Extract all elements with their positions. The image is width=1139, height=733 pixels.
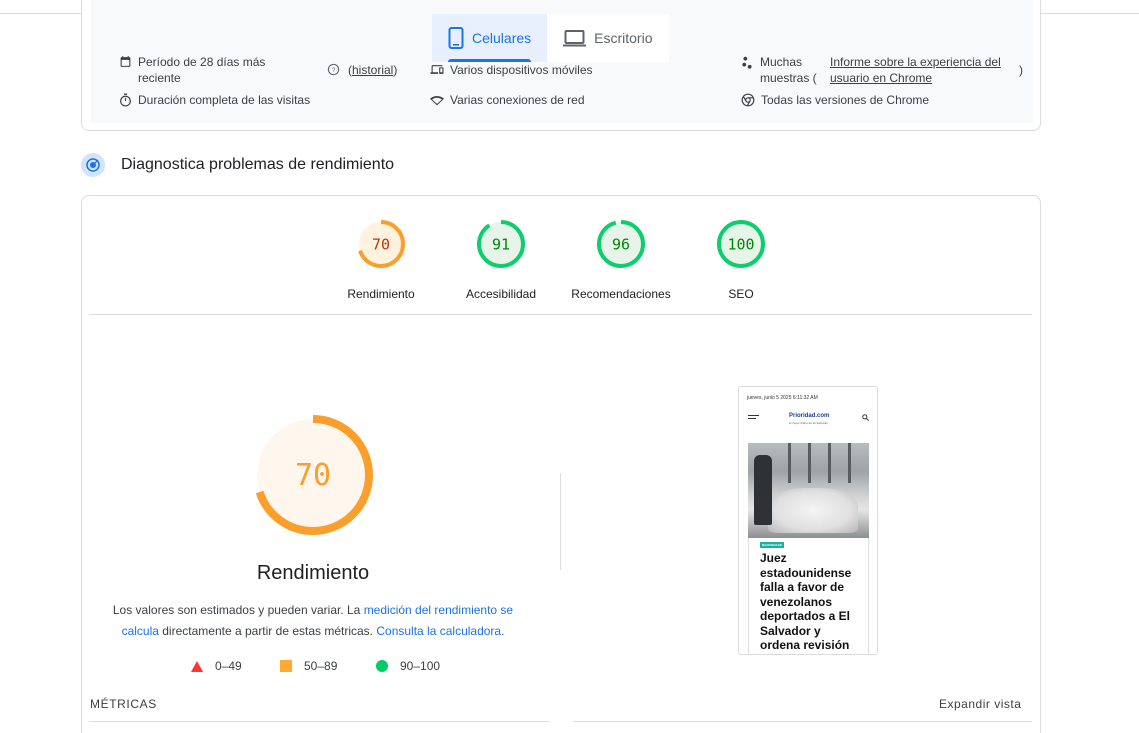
gauge-ring: 96 (597, 220, 645, 268)
search-icon (862, 414, 869, 421)
hamburger-menu-icon (748, 415, 759, 419)
lighthouse-icon (81, 153, 105, 177)
tab-desktop[interactable]: Escritorio (547, 14, 668, 62)
gauge-ring: 70 (357, 220, 405, 268)
performance-score: 70 (295, 458, 331, 493)
legend-average: 50–89 (280, 659, 337, 673)
legend-average-label: 50–89 (304, 659, 338, 673)
gauge-label: SEO (728, 287, 754, 301)
info-period: Período de 28 días más reciente (119, 54, 265, 86)
screenshot-date: jueves, junio 5 2025 6:11:32 AM (747, 395, 818, 401)
tab-mobile[interactable]: Celulares (432, 14, 548, 62)
screenshot-logo-subtitle: el mejor diario de El Salvador (789, 421, 829, 425)
page-screenshot[interactable]: jueves, junio 5 2025 6:11:32 AM Priorida… (738, 386, 878, 655)
performance-gauge-large: 70 (253, 415, 373, 535)
gauge-performance[interactable]: 70 Rendimiento (321, 219, 441, 301)
info-period-line1: Período de 28 días más (138, 55, 266, 69)
gauge-value: 70 (372, 236, 390, 254)
gauge-seo[interactable]: 100 SEO (681, 219, 801, 301)
samples-icon (742, 56, 752, 69)
info-period-line2: reciente (138, 71, 181, 85)
gauge-value: 96 (612, 236, 630, 254)
info-devices: Varios dispositivos móviles (430, 62, 593, 78)
desc-text-2: directamente a partir de estas métricas. (158, 624, 377, 638)
square-icon (280, 660, 292, 672)
info-samples: Muchas muestras ( (741, 54, 817, 86)
devices-icon (430, 65, 444, 74)
crux-report-link-line2[interactable]: usuario en Chrome (830, 70, 1001, 86)
calendar-icon (120, 56, 131, 67)
info-chrome: Todas las versiones de Chrome (741, 92, 929, 108)
info-history: ? (historial) (327, 62, 397, 78)
info-network-text: Varias conexiones de red (450, 93, 585, 107)
info-network: Varias conexiones de red (430, 92, 585, 108)
gauge-value: 91 (492, 236, 510, 254)
circle-icon (376, 660, 388, 672)
screenshot-news-photo (748, 443, 869, 538)
performance-description: Los valores son estimados y pueden varia… (100, 600, 526, 642)
legend-fail-label: 0–49 (215, 659, 242, 673)
performance-title: Rendimiento (256, 562, 370, 584)
metrics-divider-left (89, 721, 549, 722)
gauge-ring: 100 (717, 220, 765, 268)
metrics-divider-right (573, 721, 1032, 722)
legend-pass: 90–100 (376, 659, 440, 673)
expand-view-button[interactable]: Expandir vista (939, 697, 1021, 711)
metrics-heading: MÉTRICAS (90, 697, 157, 711)
gauge-label: Recomendaciones (571, 287, 671, 301)
gauge-value: 100 (727, 236, 754, 254)
diagnostics-heading: Diagnostica problemas de rendimiento (81, 153, 394, 177)
info-devices-text: Varios dispositivos móviles (450, 63, 593, 77)
history-close-paren: ) (393, 63, 398, 77)
info-chrome-text: Todas las versiones de Chrome (761, 93, 930, 107)
crux-report-link[interactable]: Informe sobre la experiencia del usuario … (830, 54, 1001, 86)
help-icon: ? (327, 63, 340, 76)
gauge-best-practices[interactable]: 96 Recomendaciones (561, 219, 681, 301)
screenshot-category-badge: NACIONALES (760, 542, 784, 548)
screenshot-article: NACIONALES Juez estadounidense falla a f… (748, 538, 869, 654)
vertical-divider (560, 473, 561, 570)
calculator-link[interactable]: Consulta la calculadora. (376, 624, 504, 638)
gauge-label: Rendimiento (347, 287, 415, 301)
timer-icon (120, 93, 131, 107)
crux-report-link-line1[interactable]: Informe sobre la experiencia del (830, 54, 1001, 70)
gauge-accessibility[interactable]: 91 Accesibilidad (441, 219, 561, 301)
tab-mobile-label: Celulares (472, 30, 532, 46)
laptop-icon (563, 29, 587, 46)
history-link[interactable]: historial (352, 63, 393, 77)
desc-text-1: Los valores son estimados y pueden varia… (112, 603, 364, 617)
tab-desktop-label: Escritorio (594, 30, 653, 46)
legend-fail: 0–49 (191, 659, 242, 673)
info-samples-line2: muestras ( (760, 71, 817, 85)
diagnostics-title: Diagnostica problemas de rendimiento (121, 156, 395, 173)
wifi-icon (430, 96, 444, 106)
info-samples-line1: Muchas (760, 55, 803, 69)
triangle-icon (191, 660, 203, 672)
info-duration-text: Duración completa de las visitas (138, 93, 311, 107)
chrome-icon (741, 93, 755, 107)
svg-text:?: ? (332, 67, 336, 74)
report-close-paren: ) (1019, 63, 1023, 77)
gauge-label: Accesibilidad (465, 287, 537, 301)
info-duration: Duración completa de las visitas (119, 92, 310, 108)
scores-divider (89, 314, 1032, 315)
screenshot-headline: Juez estadounidense falla a favor de ven… (760, 551, 852, 652)
screenshot-logo: Prioridad.com (789, 413, 830, 419)
smartphone-icon (448, 27, 464, 49)
gauge-ring: 91 (477, 220, 525, 268)
legend-pass-label: 90–100 (400, 659, 441, 673)
device-tabs: Celulares Escritorio (432, 14, 669, 62)
